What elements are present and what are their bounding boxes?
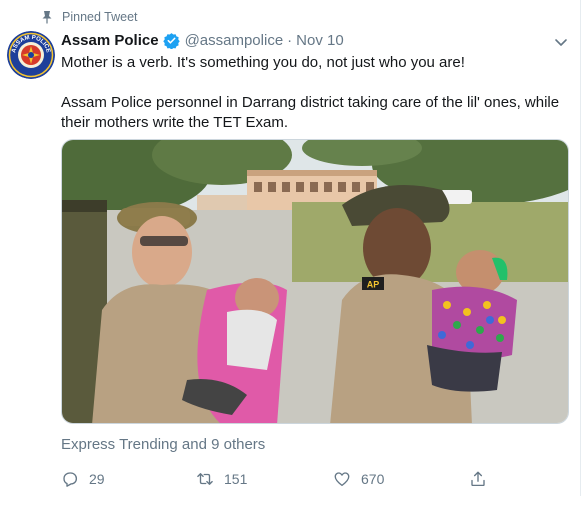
author-name[interactable]: Assam Police [61,32,159,49]
retweet-icon [197,473,213,485]
photo-badge-text: AP [367,280,380,290]
heart-icon [334,472,350,487]
photo-scene: AP [62,140,568,423]
share-icon [471,471,485,487]
verified-badge-icon [162,33,180,49]
tweet-date[interactable]: Nov 10 [296,32,344,49]
tweet-text-line2: Assam Police personnel in Darrang distri… [61,94,560,131]
header-separator: · [287,32,293,49]
tweet-text: Mother is a verb. It's something you do,… [61,53,571,133]
tweet-photo[interactable]: AP [61,139,569,424]
chevron-down-icon[interactable] [553,34,569,50]
tweet-header: Assam Police @assampolice · Nov 10 [61,32,344,49]
like-count: 670 [361,471,385,487]
pinned-label: Pinned Tweet [62,10,138,24]
reply-count: 29 [89,471,105,487]
retweet-count: 151 [224,471,248,487]
tweet-actions: 29 151 670 [61,470,501,490]
like-button[interactable]: 670 [333,470,384,488]
reply-icon [63,472,78,487]
avatar[interactable]: ASSAM POLICE [7,31,55,79]
tweet-text-line1: Mother is a verb. It's something you do,… [61,54,465,71]
share-button[interactable] [469,470,487,488]
assam-police-logo: ASSAM POLICE [7,31,55,79]
pin-icon [42,11,52,24]
pinned-indicator: Pinned Tweet [41,10,138,24]
media-attribution[interactable]: Express Trending and 9 others [61,436,265,453]
tweet-card[interactable]: Pinned Tweet ASSAM POLICE Assam Police @… [3,0,581,496]
author-handle[interactable]: @assampolice [185,32,284,49]
retweet-button[interactable]: 151 [196,470,247,488]
reply-button[interactable]: 29 [61,470,105,488]
